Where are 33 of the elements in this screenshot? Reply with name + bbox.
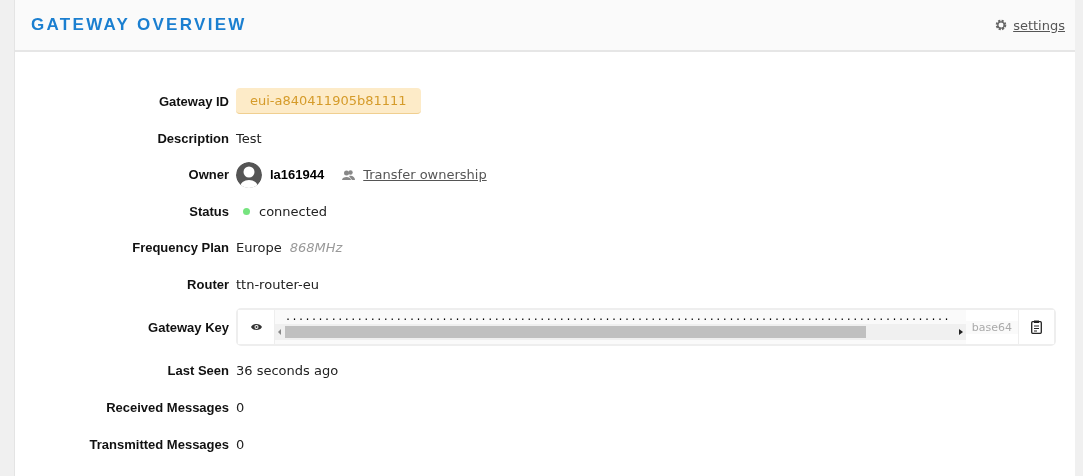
field-label: Gateway ID [157, 93, 229, 109]
settings-link[interactable]: settings [1013, 17, 1065, 33]
encoding-label: base64 [965, 320, 1018, 334]
gateway-key-field[interactable]: ...................................................................................................... base64 [236, 308, 1056, 346]
masked-key: ...................................................................................................... [275, 310, 966, 324]
clipboard-icon [1031, 320, 1042, 334]
field-label: Gateway Key [147, 319, 229, 335]
frequency-note: 868MHz [289, 240, 343, 255]
field-value: Europe [236, 240, 282, 255]
users-icon [342, 169, 356, 180]
scrollbar[interactable] [275, 324, 966, 340]
transfer-ownership-link[interactable]: Transfer ownership [363, 167, 487, 182]
field-label: Transmitted Messages [88, 436, 229, 452]
field-value: 36 seconds ago [236, 363, 339, 378]
field-label: Router [186, 276, 229, 292]
field-label: Last Seen [166, 363, 229, 378]
page-title: GATEWAY OVERVIEW [31, 15, 247, 35]
field-label: Owner [187, 167, 229, 182]
field-label: Description [156, 130, 229, 146]
field-label: Received Messages [105, 400, 229, 415]
eye-icon [250, 323, 262, 331]
field-value: 0 [236, 436, 245, 452]
avatar-icon [236, 161, 262, 188]
settings-icon [995, 19, 1008, 31]
field-value: 0 [236, 400, 245, 415]
field-value: Test [236, 130, 262, 146]
field-label: Status [188, 203, 229, 219]
status-text: connected [259, 203, 328, 219]
copy-button[interactable] [1018, 310, 1054, 344]
field-value: ttn-router-eu [236, 276, 319, 292]
field-label: Frequency Plan [131, 240, 229, 255]
owner-name: la161944 [270, 167, 325, 182]
gateway-id-badge: eui-a840411905b81111 [236, 88, 421, 114]
